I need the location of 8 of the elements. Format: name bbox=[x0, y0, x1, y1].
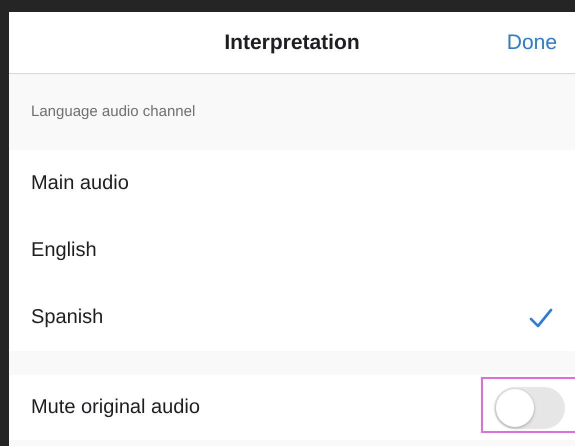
section-header: Language audio channel bbox=[30, 102, 196, 122]
screen-title: Interpretation bbox=[224, 30, 360, 54]
toggle-label: Mute original audio bbox=[31, 396, 200, 419]
done-button[interactable]: Done bbox=[506, 30, 557, 54]
toggle-switch[interactable] bbox=[494, 386, 565, 428]
option-label[interactable]: Spanish bbox=[31, 306, 104, 329]
option-label[interactable]: Main audio bbox=[31, 172, 129, 195]
option-label[interactable]: English bbox=[31, 239, 97, 262]
